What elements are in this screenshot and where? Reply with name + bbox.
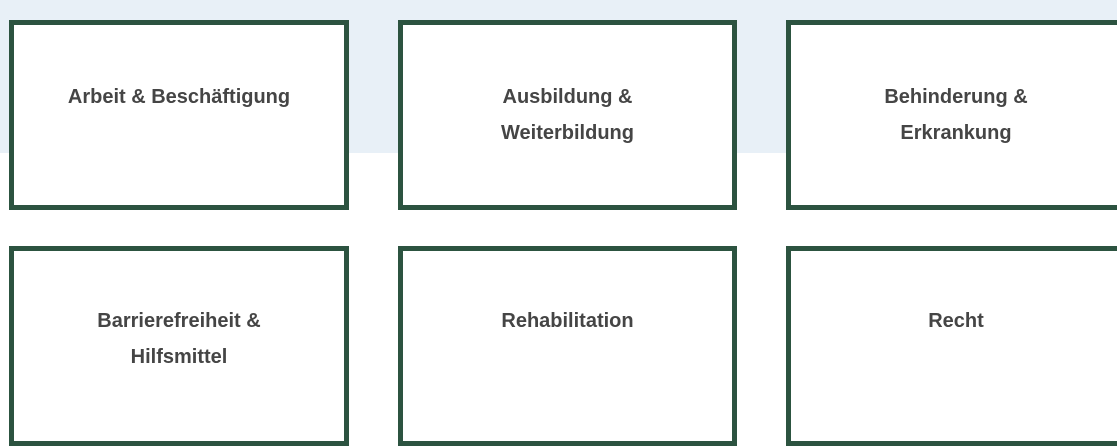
category-label: Behinderung & Erkrankung xyxy=(884,86,1028,144)
category-tile-behinderung[interactable]: Behinderung & Erkrankung xyxy=(786,20,1117,210)
category-tile-rehabilitation[interactable]: Rehabilitation xyxy=(398,246,737,446)
category-label: Recht xyxy=(928,310,984,332)
category-label: Arbeit & Beschäftigung xyxy=(67,86,291,108)
category-label: Barrierefreiheit & Hilfsmittel xyxy=(97,310,261,368)
category-tile-arbeit[interactable]: Arbeit & Beschäftigung xyxy=(9,20,349,210)
category-tile-recht[interactable]: Recht xyxy=(786,246,1117,446)
category-label: Ausbildung & Weiterbildung xyxy=(501,86,634,144)
category-tile-barrierefreiheit[interactable]: Barrierefreiheit & Hilfsmittel xyxy=(9,246,349,446)
category-label: Rehabilitation xyxy=(501,310,634,332)
category-tile-ausbildung[interactable]: Ausbildung & Weiterbildung xyxy=(398,20,737,210)
